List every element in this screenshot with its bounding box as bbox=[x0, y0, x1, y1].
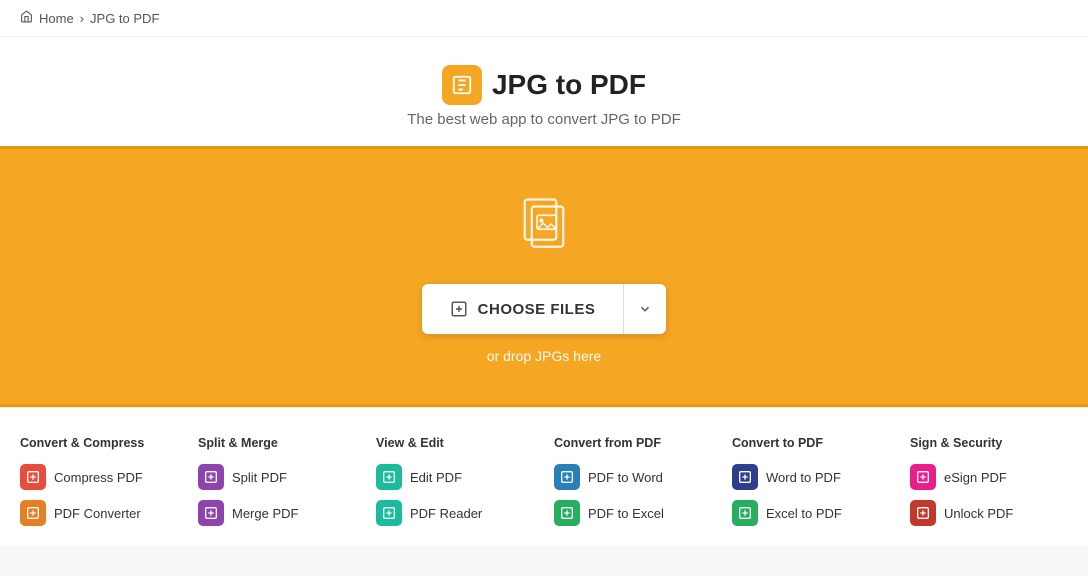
footer-col-sign-&-security: Sign & Security eSign PDF Unlock PDF bbox=[910, 436, 1068, 536]
footer-col-heading: Sign & Security bbox=[910, 436, 1068, 450]
tool-icon bbox=[554, 500, 580, 526]
footer-col-heading: Convert from PDF bbox=[554, 436, 712, 450]
drop-hint-text: or drop JPGs here bbox=[487, 348, 601, 364]
tool-item-label: eSign PDF bbox=[944, 470, 1007, 485]
tools-footer: Convert & Compress Compress PDF PDF Conver… bbox=[0, 407, 1088, 546]
footer-col-split-&-merge: Split & Merge Split PDF Merge PDF bbox=[198, 436, 356, 536]
home-icon bbox=[20, 10, 33, 26]
footer-tool-item[interactable]: Split PDF bbox=[198, 464, 356, 490]
footer-col-convert-&-compress: Convert & Compress Compress PDF PDF Conver… bbox=[20, 436, 178, 536]
footer-col-heading: Convert & Compress bbox=[20, 436, 178, 450]
tool-icon bbox=[376, 464, 402, 490]
dropzone[interactable]: CHOOSE FILES or drop JPGs here bbox=[0, 146, 1088, 407]
breadcrumb: Home › JPG to PDF bbox=[0, 0, 1088, 37]
footer-tool-item[interactable]: eSign PDF bbox=[910, 464, 1068, 490]
tool-item-label: PDF to Excel bbox=[588, 506, 664, 521]
tool-item-label: PDF to Word bbox=[588, 470, 663, 485]
footer-tool-item[interactable]: Merge PDF bbox=[198, 500, 356, 526]
tool-icon bbox=[198, 500, 224, 526]
file-upload-icon bbox=[509, 189, 579, 264]
page-header: JPG to PDF The best web app to convert J… bbox=[0, 37, 1088, 146]
footer-tool-item[interactable]: PDF to Excel bbox=[554, 500, 712, 526]
tool-item-label: Compress PDF bbox=[54, 470, 143, 485]
choose-files-dropdown-button[interactable] bbox=[623, 284, 666, 334]
tool-item-label: Split PDF bbox=[232, 470, 287, 485]
footer-tool-item[interactable]: PDF to Word bbox=[554, 464, 712, 490]
footer-tool-item[interactable]: Compress PDF bbox=[20, 464, 178, 490]
choose-files-group[interactable]: CHOOSE FILES bbox=[422, 284, 667, 334]
footer-col-view-&-edit: View & Edit Edit PDF PDF Reader bbox=[376, 436, 534, 536]
tool-item-label: Word to PDF bbox=[766, 470, 841, 485]
footer-col-heading: View & Edit bbox=[376, 436, 534, 450]
tools-grid: Convert & Compress Compress PDF PDF Conver… bbox=[20, 436, 1068, 536]
tool-icon bbox=[198, 464, 224, 490]
tool-item-label: Merge PDF bbox=[232, 506, 298, 521]
tool-icon bbox=[910, 464, 936, 490]
footer-col-heading: Convert to PDF bbox=[732, 436, 890, 450]
footer-col-heading: Split & Merge bbox=[198, 436, 356, 450]
breadcrumb-current: JPG to PDF bbox=[90, 11, 159, 26]
tool-icon bbox=[376, 500, 402, 526]
page-subtitle: The best web app to convert JPG to PDF bbox=[20, 111, 1068, 128]
footer-col-convert-from-pdf: Convert from PDF PDF to Word PDF to Excel bbox=[554, 436, 712, 536]
choose-files-button[interactable]: CHOOSE FILES bbox=[422, 284, 624, 334]
tool-icon bbox=[20, 500, 46, 526]
app-icon bbox=[442, 65, 482, 105]
tool-item-label: PDF Reader bbox=[410, 506, 482, 521]
tool-icon bbox=[20, 464, 46, 490]
breadcrumb-separator: › bbox=[80, 11, 84, 26]
breadcrumb-home[interactable]: Home bbox=[39, 11, 74, 26]
choose-files-label: CHOOSE FILES bbox=[478, 301, 596, 318]
footer-tool-item[interactable]: Edit PDF bbox=[376, 464, 534, 490]
footer-tool-item[interactable]: Unlock PDF bbox=[910, 500, 1068, 526]
footer-tool-item[interactable]: PDF Reader bbox=[376, 500, 534, 526]
footer-tool-item[interactable]: Excel to PDF bbox=[732, 500, 890, 526]
footer-col-convert-to-pdf: Convert to PDF Word to PDF Excel to PDF bbox=[732, 436, 890, 536]
tool-icon bbox=[554, 464, 580, 490]
tool-item-label: Excel to PDF bbox=[766, 506, 842, 521]
page-title: JPG to PDF bbox=[492, 69, 646, 101]
tool-item-label: Edit PDF bbox=[410, 470, 462, 485]
tool-icon bbox=[732, 500, 758, 526]
tool-icon bbox=[910, 500, 936, 526]
footer-tool-item[interactable]: Word to PDF bbox=[732, 464, 890, 490]
tool-item-label: PDF Converter bbox=[54, 506, 141, 521]
footer-tool-item[interactable]: PDF Converter bbox=[20, 500, 178, 526]
tool-item-label: Unlock PDF bbox=[944, 506, 1013, 521]
tool-icon bbox=[732, 464, 758, 490]
